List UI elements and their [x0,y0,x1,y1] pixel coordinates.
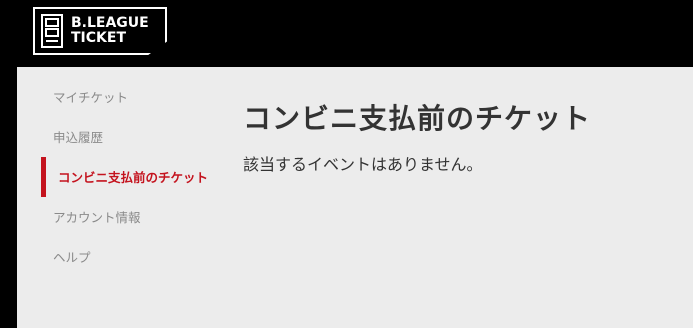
content: コンビニ支払前のチケット 該当するイベントはありません。 [243,97,591,175]
page-title: コンビニ支払前のチケット [243,102,592,135]
sidebar-item-help[interactable]: ヘルプ [53,238,91,278]
header: B.LEAGUE TICKET [0,0,693,66]
bleague-emblem-icon [41,14,63,48]
sidebar-item-convenience-store-unpaid[interactable]: コンビニ支払前のチケット [58,158,208,198]
logo-line-1: B.LEAGUE [71,15,149,31]
empty-state-message: 該当するイベントはありません。 [243,155,483,174]
sidebar-item-account-info[interactable]: アカウント情報 [53,198,141,238]
bleague-ticket-logo[interactable]: B.LEAGUE TICKET [33,7,167,55]
sidebar-item-application-history[interactable]: 申込履歴 [53,118,103,158]
main-area: マイチケット 申込履歴 コンビニ支払前のチケット アカウント情報 ヘルプ コンビ… [17,67,693,328]
active-indicator [41,157,46,197]
logo-line-2: TICKET [71,30,126,46]
sidebar-item-my-tickets[interactable]: マイチケット [53,78,128,118]
sidebar: マイチケット 申込履歴 コンビニ支払前のチケット アカウント情報 ヘルプ [17,67,227,328]
logo-text: B.LEAGUE TICKET [71,16,149,46]
